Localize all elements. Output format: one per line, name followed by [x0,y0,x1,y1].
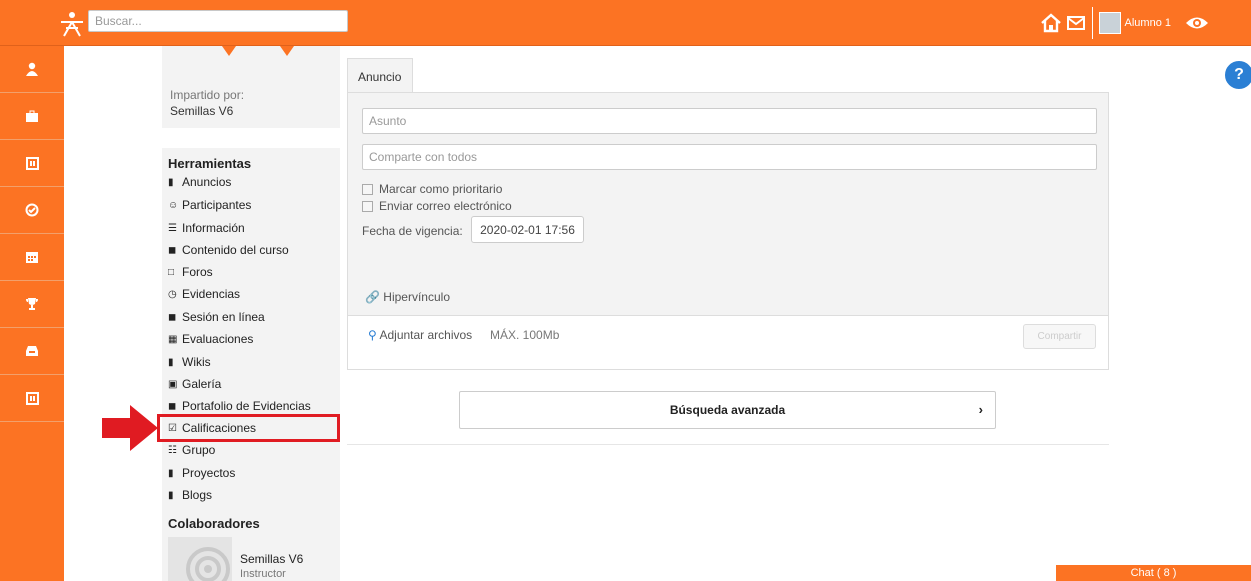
bookmark-icon: ▮ [168,356,174,368]
project-icon: ▮ [168,467,174,479]
clock-icon: ◷ [168,288,177,300]
collaborator-avatar[interactable] [168,537,232,581]
nav-inbox[interactable] [0,328,64,375]
nav-panel[interactable] [0,375,64,422]
tool-foros[interactable]: □ Foros [168,262,213,282]
advanced-search-button[interactable]: Búsqueda avanzada › [459,391,996,429]
tool-sesion-en-linea[interactable]: ◼ Sesión en línea [168,307,265,327]
tool-evaluaciones[interactable]: ▦ Evaluaciones [168,329,253,349]
attach-files-button[interactable]: ⚲ Adjuntar archivos [368,328,472,342]
nav-tasks[interactable] [0,187,64,234]
date-field[interactable]: 2020-02-01 17:56 [471,216,584,243]
banner-tab-left [222,46,236,56]
tool-informacion[interactable]: ☰ Información [168,218,245,238]
divider [347,444,1109,445]
tool-contenido[interactable]: ◼ Contenido del curso [168,240,289,260]
trophy-icon [26,298,38,310]
taught-by-value: Semillas V6 [170,104,234,118]
announcement-icon: ▮ [168,176,174,188]
image-icon: ▣ [168,378,178,390]
announcement-form: Marcar como prioritario Enviar correo el… [347,92,1109,316]
inbox-icon [26,346,38,356]
list-icon: ☰ [168,222,177,234]
user-name[interactable]: Alumno 1 [1125,17,1171,29]
tool-grupo[interactable]: ☷ Grupo [168,440,215,460]
chevron-right-icon: › [978,402,983,417]
nav-calendar-list[interactable] [0,140,64,187]
calendar-icon [26,252,38,263]
date-label: Fecha de vigencia: [362,224,463,238]
group-icon: ☷ [168,444,177,456]
check-circle-icon [25,203,39,217]
forum-icon: □ [168,266,175,278]
avatar[interactable] [1098,12,1121,34]
attach-max-size: MÁX. 100Mb [490,328,560,342]
tool-wikis[interactable]: ▮ Wikis [168,352,211,372]
checkbox-box[interactable] [362,200,373,212]
checkbox-box[interactable] [362,183,373,195]
course-info-box: Impartido por: Semillas V6 [162,46,340,128]
video-icon: ◼ [168,311,177,323]
eye-icon [186,547,230,581]
link-icon: 🔗 [365,290,380,304]
hyperlink-button[interactable]: 🔗 Hipervínculo [365,290,450,304]
tools-panel: Herramientas ▮ Anuncios ☺ Participantes ☰ I… [162,148,340,581]
tool-portafolio[interactable]: ◼ Portafolio de Evidencias [168,396,311,416]
share-button[interactable]: Compartir [1023,324,1096,349]
tool-blogs[interactable]: ▮ Blogs [168,485,212,505]
red-arrow [102,405,158,451]
evaluation-icon: ▦ [168,333,178,345]
content-icon: ◼ [168,244,177,256]
highlight-box [157,414,340,442]
nav-courses[interactable] [0,93,64,140]
search-input[interactable] [88,10,348,32]
advanced-search-label: Búsqueda avanzada [669,403,786,417]
subject-input[interactable] [362,108,1097,134]
nav-achievements[interactable] [0,281,64,328]
top-bar: Alumno 1 [0,0,1251,46]
priority-checkbox[interactable]: Marcar como prioritario [362,182,502,196]
collaborator-role: Instructor [240,568,286,580]
users-icon: ☺ [168,199,179,211]
left-nav [0,46,64,581]
banner-tab-right [280,46,294,56]
topbar-divider [1091,7,1093,39]
panel-icon [25,391,39,405]
home-icon[interactable] [1040,13,1062,33]
email-checkbox[interactable]: Enviar correo electrónico [362,199,512,213]
chat-button[interactable]: Chat ( 8 ) [1056,565,1251,581]
eye-icon[interactable] [1185,15,1209,31]
taught-by-label: Impartido por: [170,88,245,102]
tool-galeria[interactable]: ▣ Galería [168,374,221,394]
briefcase-icon [26,110,38,122]
blog-icon: ▮ [168,489,174,501]
collaborators-heading: Colaboradores [168,516,260,531]
attachment-bar: ⚲ Adjuntar archivos MÁX. 100Mb Compartir [347,316,1109,370]
mail-icon[interactable] [1066,15,1086,31]
panel-icon [25,156,39,170]
tools-heading: Herramientas [168,156,252,171]
paperclip-icon: ⚲ [368,328,377,342]
help-button[interactable]: ? [1222,58,1251,92]
tab-anuncio[interactable]: Anuncio [347,58,413,92]
tool-evidencias[interactable]: ◷ Evidencias [168,284,240,304]
tool-anuncios[interactable]: ▮ Anuncios [168,172,231,192]
message-input[interactable] [362,144,1097,170]
tool-proyectos[interactable]: ▮ Proyectos [168,463,235,483]
sena-logo [61,12,83,37]
nav-calendar[interactable] [0,234,64,281]
tool-participantes[interactable]: ☺ Participantes [168,195,251,215]
user-icon [26,62,38,76]
nav-profile[interactable] [0,46,64,93]
collaborator-name[interactable]: Semillas V6 [240,552,303,566]
briefcase-icon: ◼ [168,400,177,412]
